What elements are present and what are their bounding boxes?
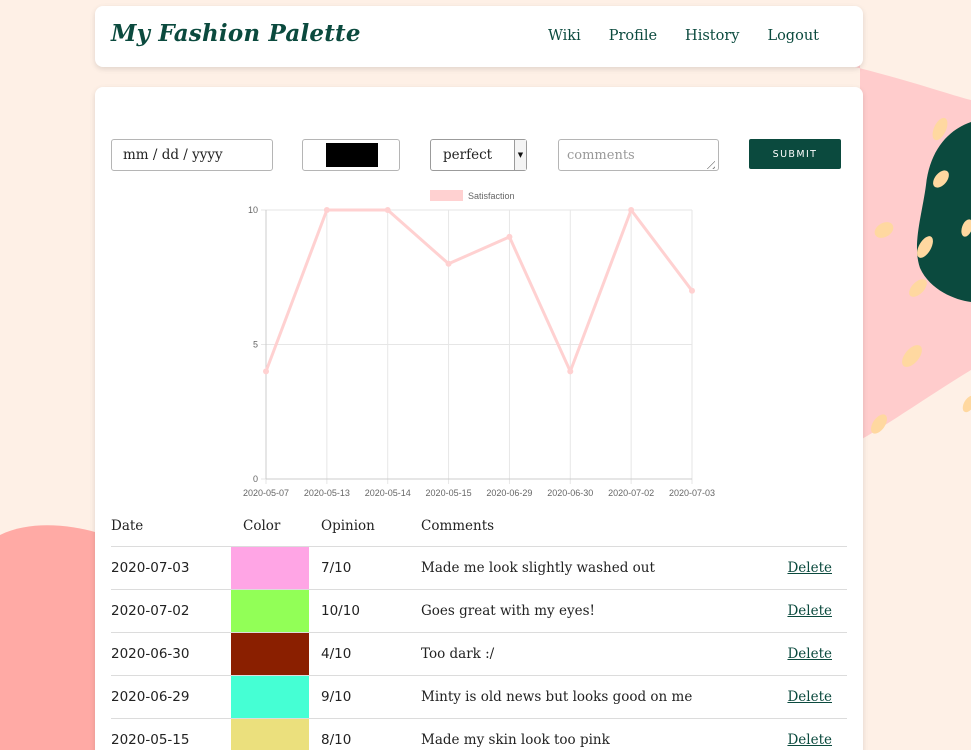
- table-row: 2020-07-03 7/10 Made me look slightly wa…: [111, 546, 847, 589]
- row-comment: Goes great with my eyes!: [421, 603, 595, 619]
- brand-logo[interactable]: My Fashion Palette: [111, 20, 361, 47]
- table-body: 2020-07-03 7/10 Made me look slightly wa…: [111, 546, 847, 750]
- delete-link[interactable]: Delete: [787, 603, 832, 619]
- x-tick-label: 2020-06-29: [486, 488, 532, 498]
- header-comments: Comments: [421, 518, 495, 534]
- nav-link-logout[interactable]: Logout: [767, 28, 819, 44]
- seed-shape: [962, 395, 971, 413]
- comments-textarea[interactable]: comments: [558, 139, 719, 171]
- x-tick-label: 2020-05-13: [304, 488, 350, 498]
- color-picker-input[interactable]: [302, 139, 400, 171]
- row-comment: Made me look slightly washed out: [421, 560, 655, 576]
- entry-form: mm / dd / yyyy perfect ▼ comments SUBMIT: [111, 139, 841, 171]
- nav-link-profile[interactable]: Profile: [609, 28, 657, 44]
- header-date: Date: [111, 518, 144, 534]
- data-point: [567, 368, 574, 375]
- x-tick-label: 2020-06-30: [547, 488, 593, 498]
- x-tick-label: 2020-07-02: [608, 488, 654, 498]
- row-opinion: 7/10: [321, 560, 352, 576]
- nav-links: Wiki Profile History Logout: [548, 28, 819, 44]
- data-point: [445, 260, 452, 267]
- y-tick-label: 10: [248, 205, 258, 215]
- history-table: Date Color Opinion Comments 2020-07-03 7…: [111, 505, 847, 750]
- satisfaction-chart: Satisfaction 2020-05-07 2020-05-13 2020-05-…: [225, 185, 725, 501]
- delete-link[interactable]: Delete: [787, 646, 832, 662]
- data-point: [263, 368, 269, 375]
- data-point: [628, 207, 635, 213]
- table-row: 2020-06-30 4/10 Too dark :/ Delete: [111, 632, 847, 675]
- nav-link-wiki[interactable]: Wiki: [548, 28, 581, 44]
- row-date: 2020-07-03: [111, 560, 190, 576]
- row-comment: Too dark :/: [421, 646, 495, 662]
- header-color: Color: [243, 518, 281, 534]
- x-tick-label: 2020-07-03: [669, 488, 715, 498]
- x-tick-label: 2020-05-15: [426, 488, 472, 498]
- color-swatch: [326, 143, 378, 167]
- table-row: 2020-05-15 8/10 Made my skin look too pi…: [111, 718, 847, 750]
- legend-label: Satisfaction: [468, 191, 515, 201]
- header-opinion: Opinion: [321, 518, 375, 534]
- data-point: [689, 287, 695, 294]
- table-row: 2020-06-29 9/10 Minty is old news but lo…: [111, 675, 847, 718]
- row-comment: Minty is old news but looks good on me: [421, 689, 693, 705]
- row-color-swatch: [231, 633, 309, 675]
- x-tick-label: 2020-05-14: [365, 488, 411, 498]
- history-card: mm / dd / yyyy perfect ▼ comments SUBMIT…: [95, 87, 863, 750]
- row-opinion: 9/10: [321, 689, 352, 705]
- y-tick-label: 0: [253, 474, 258, 484]
- date-input[interactable]: mm / dd / yyyy: [111, 139, 273, 171]
- row-date: 2020-06-30: [111, 646, 190, 662]
- table-row: 2020-07-02 10/10 Goes great with my eyes…: [111, 589, 847, 632]
- row-date: 2020-06-29: [111, 689, 190, 705]
- y-tick-label: 5: [253, 340, 258, 350]
- data-point: [384, 207, 391, 213]
- table-header: Date Color Opinion Comments: [111, 505, 847, 546]
- submit-button[interactable]: SUBMIT: [749, 139, 841, 169]
- opinion-select[interactable]: perfect ▼: [430, 139, 527, 171]
- row-opinion: 4/10: [321, 646, 352, 662]
- opinion-select-value: perfect: [443, 147, 493, 163]
- delete-link[interactable]: Delete: [787, 560, 832, 576]
- row-opinion: 8/10: [321, 732, 352, 748]
- row-color-swatch: [231, 676, 309, 718]
- satisfaction-line: [264, 208, 694, 373]
- row-date: 2020-07-02: [111, 603, 190, 619]
- row-color-swatch: [231, 590, 309, 632]
- x-tick-label: 2020-05-07: [243, 488, 289, 498]
- satisfaction-line-chart: Satisfaction 2020-05-07 2020-05-13 2020-05-…: [243, 190, 715, 498]
- data-point: [506, 233, 513, 240]
- nav-link-history[interactable]: History: [685, 28, 739, 44]
- row-date: 2020-05-15: [111, 732, 190, 748]
- legend-swatch: [430, 190, 463, 201]
- row-opinion: 10/10: [321, 603, 360, 619]
- row-color-swatch: [231, 547, 309, 589]
- data-point: [323, 207, 330, 213]
- delete-link[interactable]: Delete: [787, 732, 832, 748]
- row-color-swatch: [231, 719, 309, 750]
- row-comment: Made my skin look too pink: [421, 732, 610, 748]
- navbar: My Fashion Palette Wiki Profile History …: [95, 6, 863, 67]
- chevron-down-icon: ▼: [514, 140, 526, 170]
- coral-blob-left: [0, 525, 95, 750]
- delete-link[interactable]: Delete: [787, 689, 832, 705]
